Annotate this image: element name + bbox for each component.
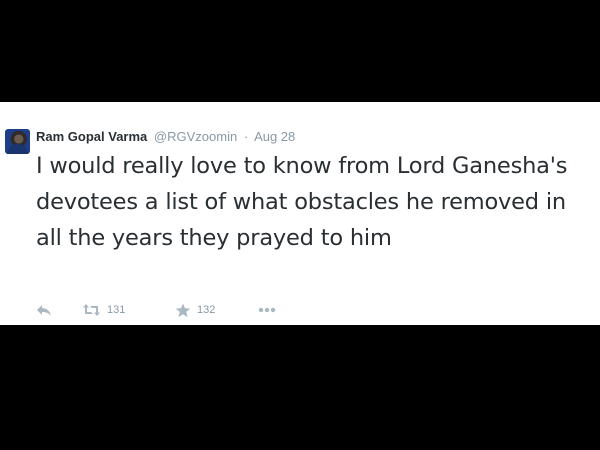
retweet-count: 131 — [107, 304, 126, 316]
author-handle[interactable]: @RGVzoomin — [154, 129, 237, 144]
tweet-card: Ram Gopal Varma @RGVzoomin · Aug 28 I wo… — [0, 102, 600, 325]
favorite-button[interactable]: 132 — [175, 301, 215, 319]
reply-icon — [37, 304, 51, 316]
retweet-icon — [83, 304, 100, 316]
tweet-header: Ram Gopal Varma @RGVzoomin · Aug 28 — [36, 128, 295, 146]
tweet-actions: 131 132 — [36, 301, 336, 319]
star-icon — [175, 303, 191, 317]
tweet-text: I would really love to know from Lord Ga… — [36, 153, 568, 251]
more-button[interactable] — [258, 301, 276, 319]
author-name[interactable]: Ram Gopal Varma — [36, 129, 147, 144]
avatar[interactable] — [5, 129, 30, 154]
reply-button[interactable] — [36, 301, 52, 319]
more-dots-icon — [258, 307, 276, 313]
favorite-count: 132 — [197, 304, 216, 316]
header-separator: · — [243, 129, 249, 144]
screenshot-frame: Ram Gopal Varma @RGVzoomin · Aug 28 I wo… — [0, 0, 600, 450]
tweet-timestamp[interactable]: Aug 28 — [254, 129, 295, 144]
retweet-button[interactable]: 131 — [82, 301, 125, 319]
